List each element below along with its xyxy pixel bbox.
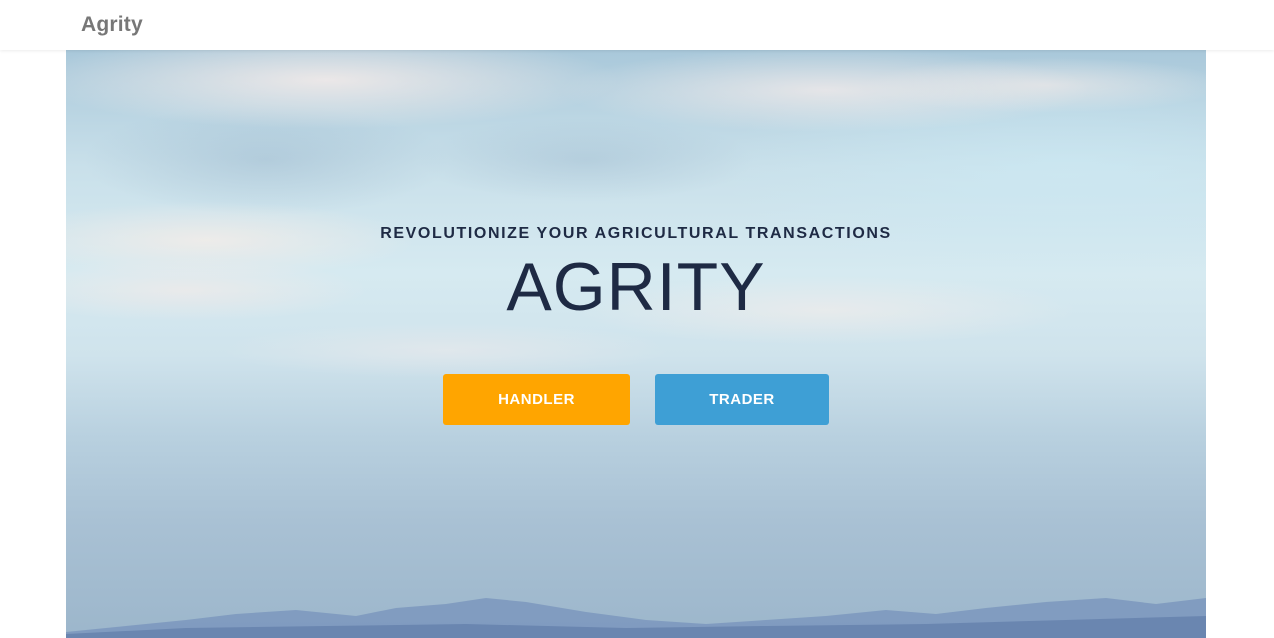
hero-content: REVOLUTIONIZE YOUR AGRICULTURAL TRANSACT… xyxy=(66,50,1206,638)
hero-tagline: REVOLUTIONIZE YOUR AGRICULTURAL TRANSACT… xyxy=(380,225,892,242)
brand-link[interactable]: Agrity xyxy=(81,13,143,37)
hero-title: AGRITY xyxy=(506,249,766,325)
hero-section: REVOLUTIONIZE YOUR AGRICULTURAL TRANSACT… xyxy=(66,50,1206,638)
handler-button[interactable]: HANDLER xyxy=(443,374,630,425)
trader-button[interactable]: TRADER xyxy=(655,374,829,425)
navbar: Agrity xyxy=(0,0,1274,50)
